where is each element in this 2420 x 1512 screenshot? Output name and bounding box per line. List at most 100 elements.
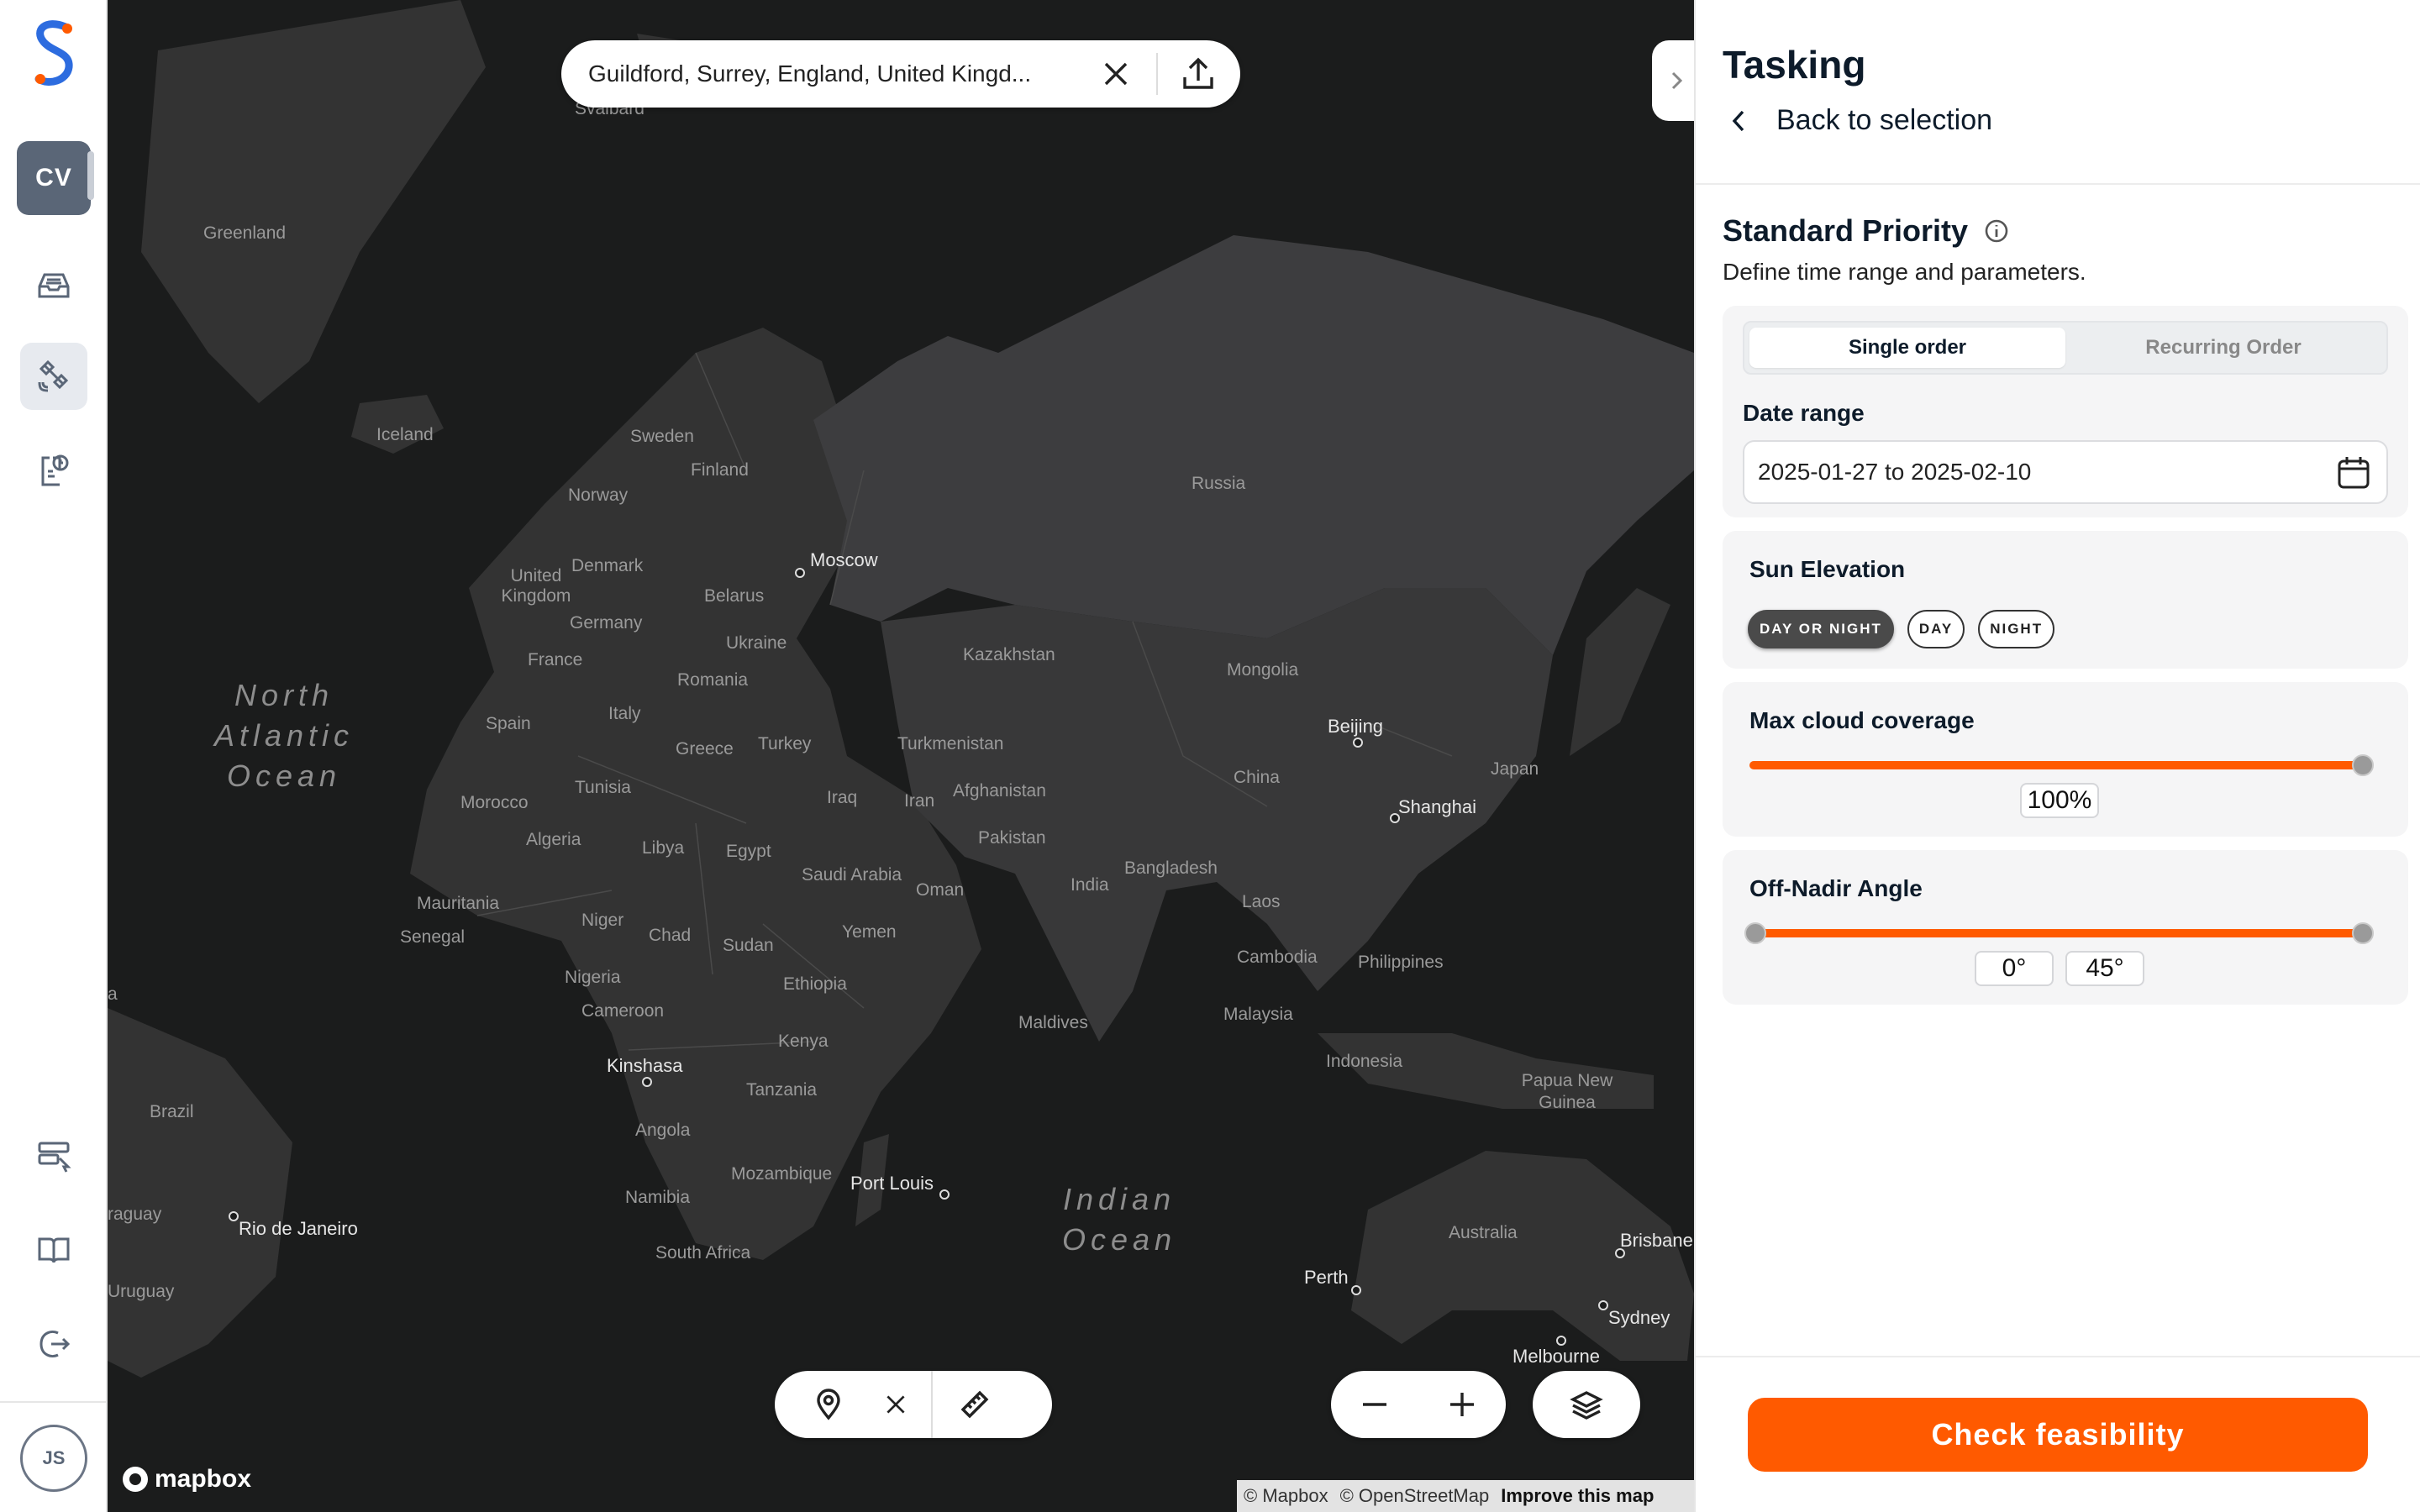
date-range-input[interactable]: 2025-01-27 to 2025-02-10 [1743, 440, 2388, 504]
workspace-avatar[interactable]: CV [17, 141, 91, 215]
search-query-text[interactable]: Guildford, Surrey, England, United Kingd… [588, 60, 1084, 87]
off-nadir-slider[interactable] [1749, 929, 2363, 937]
upload-icon[interactable] [1180, 55, 1217, 92]
cloud-coverage-label: Max cloud coverage [1749, 707, 1975, 733]
zoom-out-button[interactable] [1341, 1371, 1408, 1438]
map-label: Maldives [1018, 1013, 1088, 1032]
city-dot [1353, 738, 1363, 748]
mapbox-logo-text: mapbox [155, 1465, 252, 1493]
map-label: Spain [486, 714, 531, 733]
map-label: Kinshasa [607, 1055, 683, 1076]
cloud-coverage-slider[interactable] [1749, 761, 2363, 769]
map-canvas[interactable]: Svalbard Greenland Iceland Sweden Finlan… [108, 0, 1694, 1512]
map-label: Namibia [625, 1188, 691, 1207]
map-label: South Africa [655, 1243, 751, 1263]
search-divider [1156, 53, 1158, 95]
priority-subtitle: Define time range and parameters. [1723, 259, 2086, 285]
satellite-icon [38, 360, 69, 392]
sun-option-day-or-night[interactable]: DAY OR NIGHT [1748, 610, 1894, 648]
logout-icon [39, 1331, 71, 1357]
city-dot [1390, 813, 1400, 823]
zoom-in-button[interactable] [1428, 1371, 1496, 1438]
off-nadir-max-value[interactable]: 45° [2065, 951, 2144, 986]
map-label: Uruguay [108, 1282, 175, 1301]
map-label: Bangladesh [1124, 858, 1218, 878]
drop-pin-button[interactable] [775, 1371, 882, 1438]
map-label: Nigeria [565, 968, 621, 987]
city-dot [229, 1211, 239, 1221]
map-label: France [528, 650, 583, 669]
city-dot [939, 1189, 950, 1200]
city-dot [1351, 1285, 1361, 1295]
book-icon [38, 1237, 70, 1263]
map-label: Kenya [778, 1032, 829, 1051]
cloud-coverage-value[interactable]: 100% [2020, 783, 2099, 818]
map-label: Morocco [460, 793, 529, 812]
map-label: a [108, 984, 118, 1004]
improve-map-link[interactable]: Improve this map [1501, 1485, 1654, 1507]
cloud-coverage-slider-handle[interactable] [2352, 754, 2374, 776]
measure-button[interactable] [933, 1371, 1017, 1438]
chevron-right-icon [1671, 71, 1683, 90]
off-nadir-min-value[interactable]: 0° [1975, 951, 2054, 986]
mapbox-logo[interactable]: mapbox [121, 1465, 251, 1494]
map-label: Russia [1192, 474, 1246, 493]
plus-icon [1450, 1393, 1474, 1416]
layers-button[interactable] [1533, 1371, 1640, 1438]
nav-logout-button[interactable] [20, 1310, 87, 1378]
map-label: Australia [1449, 1223, 1518, 1242]
tasking-panel: Tasking Back to selection Standard Prior… [1694, 0, 2420, 1512]
attribution-mapbox-link[interactable]: © Mapbox [1244, 1485, 1328, 1507]
map-label: Egypt [726, 842, 771, 861]
map-label: Japan [1491, 759, 1539, 779]
map-label: Yemen [842, 922, 897, 942]
map-label: Kazakhstan [963, 645, 1055, 664]
check-feasibility-button[interactable]: Check feasibility [1748, 1398, 2368, 1472]
map-label: Mauritania [417, 894, 500, 913]
ruler-icon [960, 1390, 989, 1419]
app-logo-icon[interactable] [29, 18, 79, 89]
nav-inbox-button[interactable] [20, 250, 87, 318]
map-label: Malaysia [1223, 1005, 1293, 1024]
nav-history-button[interactable] [20, 437, 87, 504]
cloud-coverage-card: Max cloud coverage 100% [1723, 682, 2408, 837]
map-label: Brazil [150, 1102, 194, 1121]
map-label: Iceland [376, 425, 434, 444]
map-label: Ukraine [726, 633, 787, 653]
map-label: Melbourne [1512, 1346, 1600, 1367]
off-nadir-min-handle[interactable] [1744, 922, 1766, 944]
calendar-icon[interactable] [2334, 454, 2373, 492]
collapse-panel-button[interactable] [1652, 40, 1694, 121]
sun-option-day[interactable]: DAY [1907, 610, 1965, 648]
sun-option-night[interactable]: NIGHT [1978, 610, 2055, 648]
tab-single-order[interactable]: Single order [1749, 328, 2065, 368]
map-label: Turkmenistan [897, 734, 1004, 753]
clear-drawing-button[interactable] [882, 1371, 909, 1438]
info-icon[interactable] [1983, 218, 2010, 244]
nav-docs-button[interactable] [20, 1216, 87, 1284]
map-label: Turkey [758, 734, 812, 753]
map-label: India [1071, 875, 1109, 895]
nav-tasking-button[interactable] [20, 343, 87, 410]
attribution-osm-link[interactable]: © OpenStreetMap [1340, 1485, 1490, 1507]
map-label: Afghanistan [953, 781, 1046, 801]
nav-api-button[interactable] [20, 1122, 87, 1189]
clear-search-icon[interactable] [1099, 57, 1133, 91]
mapbox-logo-icon [123, 1467, 148, 1492]
off-nadir-max-handle[interactable] [2352, 922, 2374, 944]
date-range-label: Date range [1743, 400, 1865, 426]
order-card: Single order Recurring Order Date range … [1723, 306, 2408, 517]
off-nadir-card: Off-Nadir Angle 0° 45° [1723, 850, 2408, 1005]
back-to-selection-link[interactable]: Back to selection [1729, 104, 1992, 137]
map-label: Mongolia [1227, 660, 1299, 680]
city-dot [1598, 1300, 1608, 1310]
map-label: Niger [581, 911, 624, 930]
map-label: Laos [1242, 892, 1281, 911]
tab-recurring-order[interactable]: Recurring Order [2065, 328, 2381, 368]
map-label: United Kingdom [501, 566, 571, 606]
off-nadir-label: Off-Nadir Angle [1749, 875, 1923, 901]
map-label: Ethiopia [783, 974, 847, 994]
user-avatar[interactable]: JS [20, 1425, 87, 1492]
location-search-bar[interactable]: Guildford, Surrey, England, United Kingd… [561, 40, 1240, 108]
order-type-toggle: Single order Recurring Order [1743, 321, 2388, 375]
